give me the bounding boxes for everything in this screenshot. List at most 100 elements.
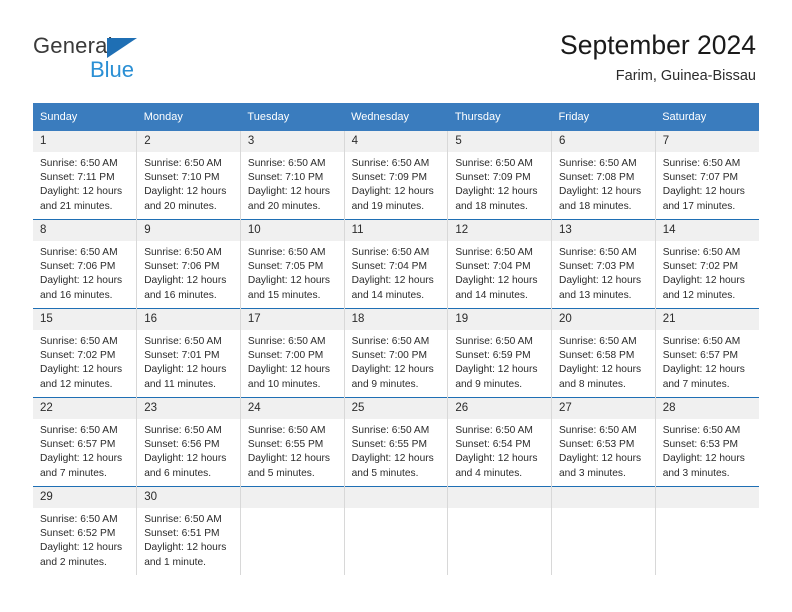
day-details: Sunrise: 6:50 AM Sunset: 6:52 PM Dayligh…	[33, 508, 136, 570]
daylight-text-line1: Daylight: 12 hours	[559, 275, 642, 287]
day-cell[interactable]: 21 Sunrise: 6:50 AM Sunset: 6:57 PM Dayl…	[654, 308, 759, 398]
daylight-text-line2: and 2 minutes.	[40, 556, 107, 568]
daylight-text-line2: and 18 minutes.	[455, 200, 528, 212]
general-blue-logo[interactable]: General Blue	[33, 33, 213, 85]
day-details: Sunrise: 6:50 AM Sunset: 6:56 PM Dayligh…	[137, 419, 240, 481]
day-cell[interactable]: 14 Sunrise: 6:50 AM Sunset: 7:02 PM Dayl…	[654, 219, 759, 309]
day-cell[interactable]: 11 Sunrise: 6:50 AM Sunset: 7:04 PM Dayl…	[343, 219, 448, 309]
day-number	[448, 487, 552, 508]
day-cell[interactable]: 2 Sunrise: 6:50 AM Sunset: 7:10 PM Dayli…	[136, 131, 241, 220]
day-details: Sunrise: 6:50 AM Sunset: 6:51 PM Dayligh…	[137, 508, 240, 570]
day-number: 5	[448, 131, 552, 152]
daylight-text-line1: Daylight: 12 hours	[455, 275, 538, 287]
daylight-text-line2: and 3 minutes.	[559, 467, 626, 479]
day-cell[interactable]: 4 Sunrise: 6:50 AM Sunset: 7:09 PM Dayli…	[343, 131, 448, 220]
sunset-text: Sunset: 6:56 PM	[144, 439, 220, 451]
day-number: 15	[33, 309, 137, 330]
day-number: 26	[448, 398, 552, 419]
day-cell[interactable]: 23 Sunrise: 6:50 AM Sunset: 6:56 PM Dayl…	[136, 397, 241, 487]
sunrise-text: Sunrise: 6:50 AM	[662, 158, 741, 169]
weekday-header-wednesday: Wednesday	[344, 103, 448, 131]
sunrise-text: Sunrise: 6:50 AM	[351, 158, 430, 169]
week-row: 8 Sunrise: 6:50 AM Sunset: 7:06 PM Dayli…	[33, 219, 759, 309]
day-details: Sunrise: 6:50 AM Sunset: 6:55 PM Dayligh…	[241, 419, 344, 481]
daylight-text-line2: and 13 minutes.	[559, 289, 632, 301]
day-cell[interactable]: 12 Sunrise: 6:50 AM Sunset: 7:04 PM Dayl…	[447, 219, 552, 309]
day-cell[interactable]: 10 Sunrise: 6:50 AM Sunset: 7:05 PM Dayl…	[239, 219, 345, 309]
day-number: 7	[655, 131, 759, 152]
day-cell[interactable]: 19 Sunrise: 6:50 AM Sunset: 6:59 PM Dayl…	[447, 308, 552, 398]
daylight-text-line2: and 20 minutes.	[144, 200, 217, 212]
day-cell[interactable]: 25 Sunrise: 6:50 AM Sunset: 6:55 PM Dayl…	[343, 397, 448, 487]
day-cell[interactable]: 26 Sunrise: 6:50 AM Sunset: 6:54 PM Dayl…	[447, 397, 552, 487]
weekday-header-sunday: Sunday	[33, 103, 137, 131]
day-details: Sunrise: 6:50 AM Sunset: 6:57 PM Dayligh…	[656, 330, 759, 392]
day-cell[interactable]: 9 Sunrise: 6:50 AM Sunset: 7:06 PM Dayli…	[136, 219, 241, 309]
sunrise-text: Sunrise: 6:50 AM	[40, 514, 118, 525]
daylight-text-line2: and 20 minutes.	[247, 200, 321, 212]
daylight-text-line2: and 9 minutes.	[351, 378, 419, 390]
weekday-header-saturday: Saturday	[655, 103, 759, 131]
day-details: Sunrise: 6:50 AM Sunset: 7:00 PM Dayligh…	[345, 330, 448, 392]
sunrise-text: Sunrise: 6:50 AM	[40, 158, 118, 169]
daylight-text-line1: Daylight: 12 hours	[351, 275, 434, 287]
daylight-text-line1: Daylight: 12 hours	[247, 186, 331, 198]
sunset-text: Sunset: 6:52 PM	[40, 528, 116, 540]
day-cell[interactable]: 6 Sunrise: 6:50 AM Sunset: 7:08 PM Dayli…	[551, 131, 656, 220]
daylight-text-line2: and 6 minutes.	[144, 467, 212, 479]
week-row: 29 Sunrise: 6:50 AM Sunset: 6:52 PM Dayl…	[33, 486, 759, 575]
daylight-text-line2: and 10 minutes.	[247, 378, 321, 390]
sunrise-text: Sunrise: 6:50 AM	[662, 425, 741, 436]
day-details: Sunrise: 6:50 AM Sunset: 7:02 PM Dayligh…	[33, 330, 136, 392]
sunset-text: Sunset: 6:51 PM	[144, 528, 220, 540]
day-cell[interactable]: 5 Sunrise: 6:50 AM Sunset: 7:09 PM Dayli…	[447, 131, 552, 220]
daylight-text-line2: and 3 minutes.	[662, 467, 730, 479]
weekday-header-friday: Friday	[551, 103, 656, 131]
daylight-text-line1: Daylight: 12 hours	[455, 364, 538, 376]
day-cell[interactable]: 13 Sunrise: 6:50 AM Sunset: 7:03 PM Dayl…	[551, 219, 656, 309]
day-cell[interactable]: 30 Sunrise: 6:50 AM Sunset: 6:51 PM Dayl…	[136, 486, 241, 575]
day-cell-empty	[343, 486, 448, 575]
sunset-text: Sunset: 6:57 PM	[40, 439, 116, 451]
sunset-text: Sunset: 7:11 PM	[40, 172, 115, 184]
day-cell[interactable]: 8 Sunrise: 6:50 AM Sunset: 7:06 PM Dayli…	[33, 219, 137, 309]
day-cell[interactable]: 28 Sunrise: 6:50 AM Sunset: 6:53 PM Dayl…	[654, 397, 759, 487]
daylight-text-line1: Daylight: 12 hours	[40, 275, 123, 287]
day-cell[interactable]: 29 Sunrise: 6:50 AM Sunset: 6:52 PM Dayl…	[33, 486, 137, 575]
day-cell[interactable]: 16 Sunrise: 6:50 AM Sunset: 7:01 PM Dayl…	[136, 308, 241, 398]
week-row: 15 Sunrise: 6:50 AM Sunset: 7:02 PM Dayl…	[33, 308, 759, 398]
sunset-text: Sunset: 7:09 PM	[455, 172, 531, 184]
day-cell[interactable]: 18 Sunrise: 6:50 AM Sunset: 7:00 PM Dayl…	[343, 308, 448, 398]
sunrise-text: Sunrise: 6:50 AM	[455, 425, 533, 436]
daylight-text-line2: and 7 minutes.	[40, 467, 107, 479]
daylight-text-line1: Daylight: 12 hours	[351, 453, 434, 465]
sunrise-text: Sunrise: 6:50 AM	[40, 425, 118, 436]
page-title: September 2024	[560, 30, 756, 60]
sunrise-text: Sunrise: 6:50 AM	[247, 336, 326, 347]
day-cell[interactable]: 27 Sunrise: 6:50 AM Sunset: 6:53 PM Dayl…	[551, 397, 656, 487]
day-number: 6	[552, 131, 655, 152]
day-cell[interactable]: 3 Sunrise: 6:50 AM Sunset: 7:10 PM Dayli…	[239, 131, 345, 220]
day-cell[interactable]: 22 Sunrise: 6:50 AM Sunset: 6:57 PM Dayl…	[33, 397, 137, 487]
sunrise-text: Sunrise: 6:50 AM	[559, 336, 637, 347]
sunset-text: Sunset: 7:04 PM	[351, 261, 427, 273]
day-cell[interactable]: 17 Sunrise: 6:50 AM Sunset: 7:00 PM Dayl…	[239, 308, 345, 398]
day-cell[interactable]: 15 Sunrise: 6:50 AM Sunset: 7:02 PM Dayl…	[33, 308, 137, 398]
day-cell[interactable]: 1 Sunrise: 6:50 AM Sunset: 7:11 PM Dayli…	[33, 131, 137, 220]
sunset-text: Sunset: 7:10 PM	[247, 172, 324, 184]
day-number: 22	[33, 398, 137, 419]
daylight-text-line2: and 12 minutes.	[40, 378, 113, 390]
sunrise-text: Sunrise: 6:50 AM	[351, 247, 430, 258]
day-cell[interactable]: 20 Sunrise: 6:50 AM Sunset: 6:58 PM Dayl…	[551, 308, 656, 398]
day-cell[interactable]: 24 Sunrise: 6:50 AM Sunset: 6:55 PM Dayl…	[239, 397, 345, 487]
sunset-text: Sunset: 6:59 PM	[455, 350, 531, 362]
day-number: 9	[137, 220, 240, 241]
sunrise-text: Sunrise: 6:50 AM	[351, 336, 430, 347]
day-cell-empty	[239, 486, 345, 575]
daylight-text-line1: Daylight: 12 hours	[662, 453, 745, 465]
day-number: 25	[344, 398, 448, 419]
day-number: 28	[655, 398, 759, 419]
sunset-text: Sunset: 6:53 PM	[662, 439, 739, 451]
day-cell[interactable]: 7 Sunrise: 6:50 AM Sunset: 7:07 PM Dayli…	[654, 131, 759, 220]
sunset-text: Sunset: 7:09 PM	[351, 172, 427, 184]
